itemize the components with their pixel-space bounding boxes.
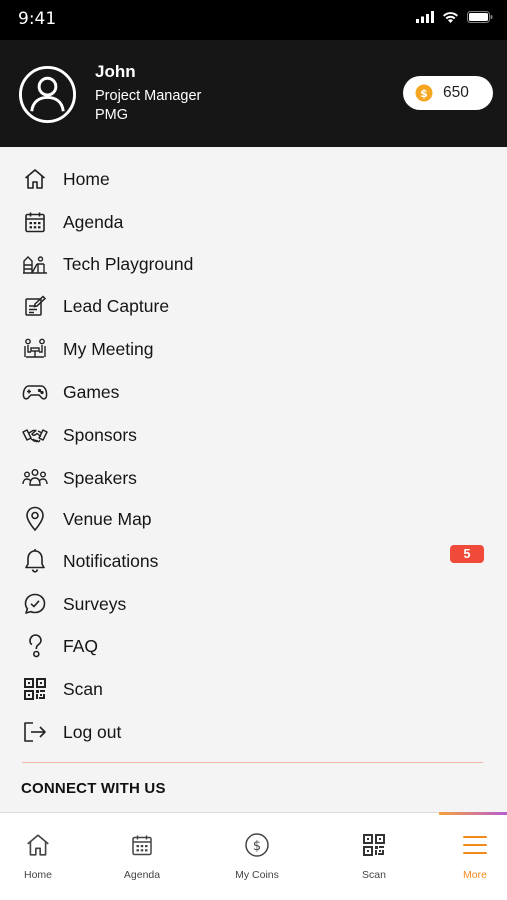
tab-scan[interactable]: Scan	[329, 813, 419, 900]
menu-label: Agenda	[63, 211, 124, 232]
menu-label: Sponsors	[63, 424, 137, 445]
menu-label: My Meeting	[63, 338, 154, 359]
menu-label: Tech Playground	[63, 253, 194, 274]
tab-label: More	[463, 869, 487, 881]
qr-code-icon	[362, 831, 386, 859]
gamepad-icon	[22, 379, 48, 405]
coin-balance-pill[interactable]: $ 650	[403, 76, 493, 110]
tab-label: Home	[23, 869, 52, 881]
tab-label: Agenda	[123, 869, 161, 881]
qr-code-icon	[22, 676, 48, 702]
hamburger-icon	[462, 831, 488, 859]
handshake-icon	[22, 422, 48, 448]
playground-icon	[22, 251, 48, 277]
menu-label: FAQ	[63, 635, 99, 656]
home-icon	[22, 166, 48, 192]
menu-item-tech-playground[interactable]: Tech Playground	[0, 244, 507, 284]
menu-item-my-meeting[interactable]: My Meeting	[0, 329, 507, 369]
menu-label: Notifications	[63, 550, 159, 571]
menu-label: Home	[63, 168, 110, 189]
menu-label: Games	[63, 381, 120, 402]
signal-icon	[416, 11, 434, 23]
bottom-tab-bar: Home Agenda $ My Coins Scan More	[0, 812, 507, 900]
chat-check-icon	[22, 591, 48, 617]
question-icon	[22, 633, 48, 659]
home-icon	[25, 831, 51, 859]
profile-header: John Project Manager PMG $ 650	[0, 40, 507, 147]
status-icons	[416, 11, 493, 23]
profile-role: Project Manager	[95, 88, 202, 104]
menu-item-agenda[interactable]: Agenda	[0, 202, 507, 242]
people-icon	[22, 465, 48, 491]
tab-more[interactable]: More	[430, 813, 507, 900]
tab-home[interactable]: Home	[0, 813, 83, 900]
wifi-icon	[443, 12, 458, 23]
lead-capture-icon	[22, 293, 48, 319]
status-time: 9:41	[18, 9, 57, 29]
menu-item-scan[interactable]: Scan	[0, 669, 507, 709]
svg-text:$: $	[420, 87, 428, 100]
menu-item-lead-capture[interactable]: Lead Capture	[0, 286, 507, 326]
coin-balance: 650	[443, 84, 469, 101]
tab-label: Scan	[362, 869, 386, 881]
profile-name: John	[95, 62, 136, 81]
connect-with-us-heading: CONNECT WITH US	[21, 780, 166, 797]
menu-label: Surveys	[63, 593, 127, 614]
tab-agenda[interactable]: Agenda	[97, 813, 187, 900]
menu-item-home[interactable]: Home	[0, 159, 507, 199]
side-menu: Home Agenda Tech Playground Lead Capture…	[0, 147, 507, 767]
tab-my-coins[interactable]: $ My Coins	[212, 813, 302, 900]
bell-icon	[22, 548, 48, 574]
status-bar: 9:41	[0, 0, 507, 40]
menu-label: Log out	[63, 721, 122, 742]
menu-label: Speakers	[63, 467, 137, 488]
menu-item-notifications[interactable]: Notifications 5	[0, 541, 507, 581]
menu-label: Scan	[63, 678, 103, 699]
profile-organization: PMG	[95, 107, 129, 123]
menu-label: Lead Capture	[63, 295, 170, 316]
menu-item-games[interactable]: Games	[0, 372, 507, 412]
menu-item-log-out[interactable]: Log out	[0, 712, 507, 752]
logout-icon	[22, 719, 48, 745]
menu-label: Venue Map	[63, 508, 152, 529]
notifications-badge: 5	[450, 545, 484, 563]
svg-text:$: $	[253, 839, 261, 854]
menu-item-speakers[interactable]: Speakers	[0, 458, 507, 498]
meeting-icon	[22, 336, 48, 362]
menu-item-faq[interactable]: FAQ	[0, 626, 507, 666]
menu-item-sponsors[interactable]: Sponsors	[0, 415, 507, 455]
location-pin-icon	[22, 506, 48, 532]
calendar-icon	[22, 209, 48, 235]
dollar-coin-icon: $	[244, 831, 270, 859]
battery-icon	[467, 11, 493, 23]
menu-item-surveys[interactable]: Surveys	[0, 584, 507, 624]
calendar-icon	[130, 831, 154, 859]
tab-label: My Coins	[235, 869, 279, 881]
menu-divider	[22, 762, 483, 763]
menu-item-venue-map[interactable]: Venue Map	[0, 499, 507, 539]
coin-icon: $	[415, 84, 433, 102]
avatar-icon[interactable]	[18, 65, 77, 124]
